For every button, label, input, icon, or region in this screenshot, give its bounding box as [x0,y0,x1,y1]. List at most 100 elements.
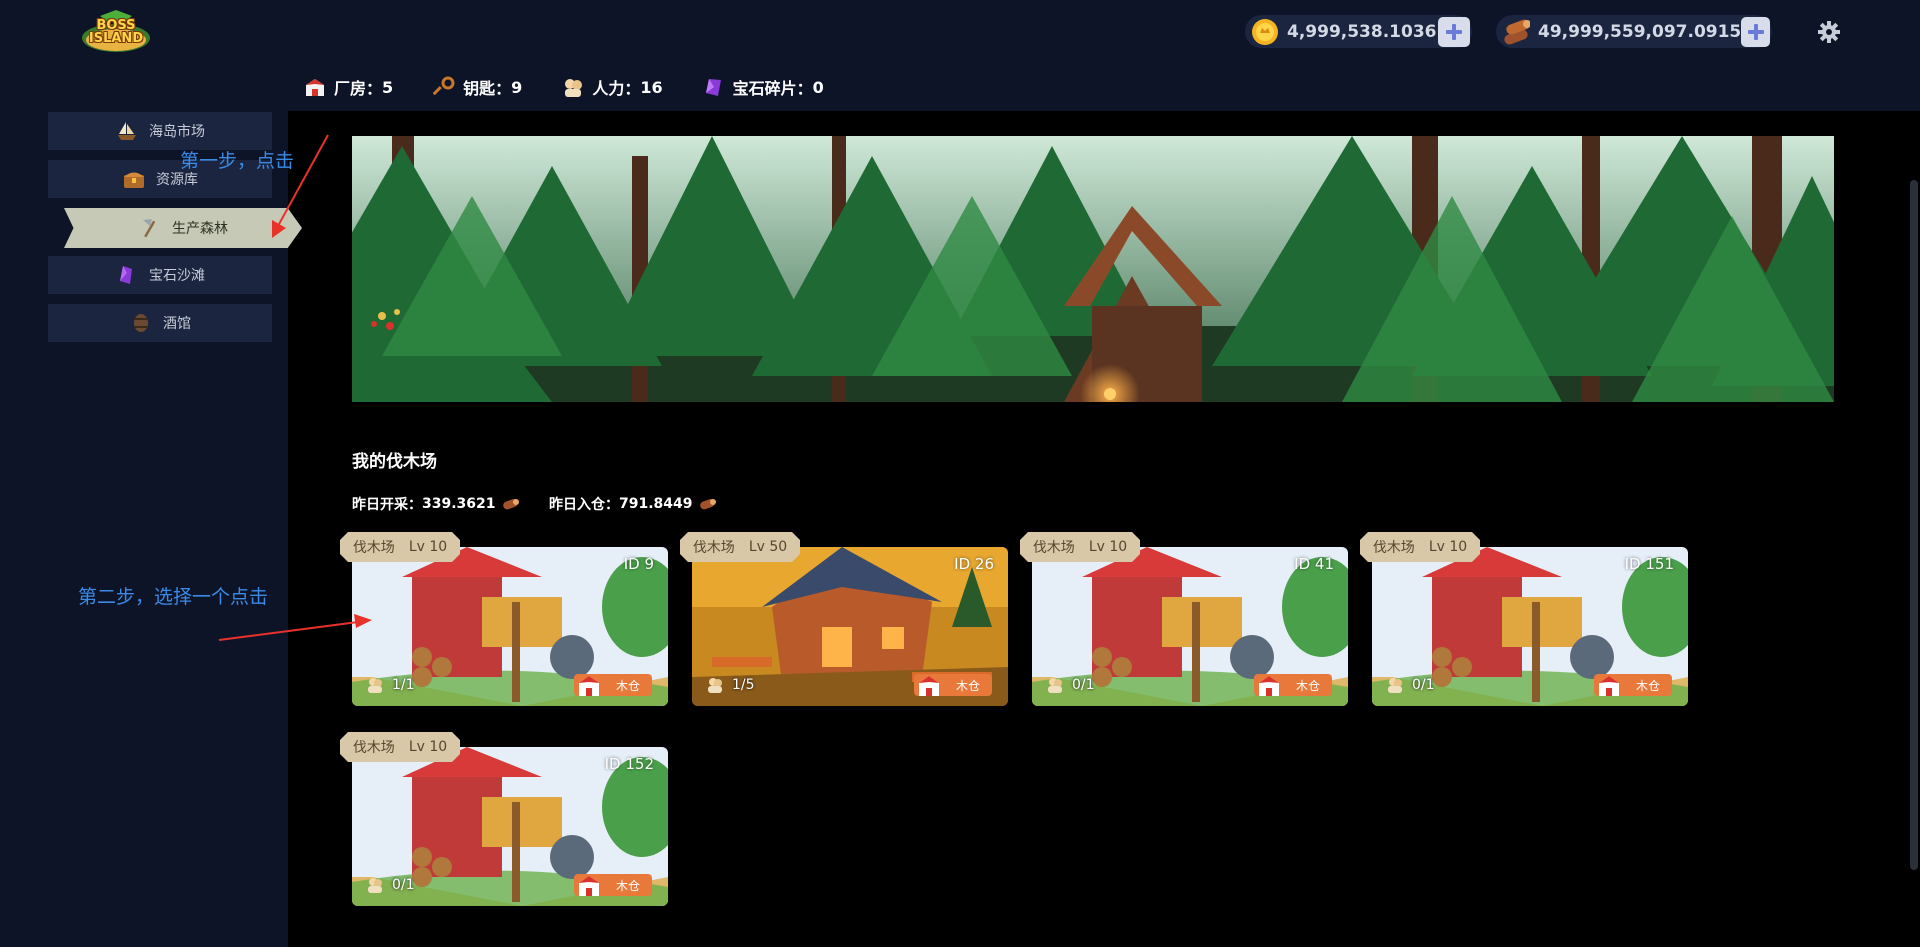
stat-workforce: 人力： 16 [562,75,663,99]
sidebar-item-island-market[interactable]: 海岛市场 [48,112,272,150]
scrollbar[interactable] [1910,180,1918,870]
card-id: ID 9 [623,555,654,573]
lumberyard-card[interactable]: ID 9 1/1 木仓 [352,547,668,706]
stat-gem-shards-label: 宝石碎片： [732,79,813,98]
stat-gem-shards-value: 0 [812,77,824,97]
add-coin-button[interactable] [1438,16,1470,47]
gem-icon [115,263,139,287]
lumberyard-card[interactable]: ID 41 0/1 木仓 [1032,547,1348,706]
warehouse-button-label: 木仓 [615,878,640,893]
card-level: Lv 10 [408,539,448,555]
boss-island-logo[interactable]: BOSS ISLAND [80,8,152,56]
card-id: ID 152 [604,755,654,773]
lumberyard-card[interactable]: ID 151 0/1 木仓 [1372,547,1688,706]
stat-workforce-value: 16 [640,77,663,97]
factory-icon [304,76,326,98]
wood-balance: 49,999,559,097.0915 [1496,15,1772,48]
resource-stats-bar: 厂房： 5 钥匙： 9 人力： 16 宝石碎片： 0 [288,63,1920,111]
stat-keys: 钥匙： 9 [433,75,522,99]
warehouse-icon [579,876,599,896]
step1-annotation: 第一步，点击 [180,150,295,172]
gold-coin-icon [1251,18,1279,46]
card-workers: 0/1 [1046,676,1095,694]
stat-keys-value: 9 [511,77,523,97]
sidebar-item-tavern[interactable]: 酒馆 [48,304,272,342]
sidebar-item-label: 生产森林 [172,221,228,237]
treasure-chest-icon [122,167,146,191]
stat-keys-label: 钥匙： [463,79,512,98]
warehouse-icon [1599,676,1619,696]
warehouse-icon [579,676,599,696]
card-workers: 1/1 [366,676,415,694]
yesterday-stored-label: 昨日入仓： [549,497,619,513]
warehouse-button[interactable]: 木仓 [1594,674,1672,696]
axe-icon [138,216,162,240]
coin-balance: 4,999,538.1036 [1245,15,1472,48]
gem-shard-icon [703,76,725,98]
card-id: ID 26 [954,555,994,573]
stat-factory-value: 5 [382,77,394,97]
coin-value: 4,999,538.1036 [1287,21,1437,42]
sidebar-item-label: 海岛市场 [149,124,205,140]
warehouse-button[interactable]: 木仓 [574,874,652,896]
warehouse-button-label: 木仓 [1295,678,1320,693]
yesterday-mined-value: 339.3621 [422,496,496,512]
warehouse-icon [919,676,939,696]
yesterday-mined: 昨日开采： 339.3621 [352,494,520,514]
card-id: ID 151 [1624,555,1674,573]
logo-text-island: ISLAND [88,31,144,46]
stat-factory-label: 厂房： [334,79,383,98]
sidebar-item-gem-beach[interactable]: 宝石沙滩 [48,256,272,294]
settings-button[interactable] [1818,21,1840,43]
card-level-tag: 伐木场 Lv 10 [1020,532,1140,562]
card-level-tag: 伐木场 Lv 10 [340,532,460,562]
yesterday-mined-label: 昨日开采： [352,497,422,513]
plus-icon [1747,23,1764,40]
warehouse-button[interactable]: 木仓 [1254,674,1332,696]
lumberyard-card[interactable]: ID 26 1/5 木仓 [692,547,1008,706]
gear-icon [1818,21,1840,43]
sidebar-item-label: 酒馆 [163,316,191,332]
wood-log-icon [502,498,519,510]
card-workers: 1/5 [706,676,755,694]
lumberyard-card[interactable]: ID 152 0/1 木仓 [352,747,668,906]
card-name: 伐木场 [692,540,735,556]
warehouse-icon [1259,676,1279,696]
logo-text: BOSS ISLAND [80,8,152,56]
key-icon [433,76,455,98]
worker-icon [368,878,382,893]
card-name: 伐木场 [1032,540,1075,556]
ship-icon [115,119,139,143]
warehouse-button-label: 木仓 [955,678,980,693]
card-workers-value: 1/1 [392,677,415,693]
warehouse-button[interactable]: 木仓 [574,674,652,696]
card-id: ID 41 [1294,555,1334,573]
sidebar-item-production-forest[interactable]: 生产森林 [64,208,302,248]
forest-banner-image [352,136,1834,402]
worker-icon [1048,678,1062,693]
stat-gem-shards: 宝石碎片： 0 [703,75,824,99]
worker-icon [368,678,382,693]
worker-icon [708,678,722,693]
worker-icon [1388,678,1402,693]
stat-factory: 厂房： 5 [304,75,393,99]
wood-value: 49,999,559,097.0915 [1538,21,1742,42]
warehouse-button-label: 木仓 [1635,678,1660,693]
card-workers-value: 0/1 [1412,677,1435,693]
card-workers: 0/1 [1386,676,1435,694]
card-level-tag: 伐木场 Lv 10 [1360,532,1480,562]
top-bar: BOSS ISLAND 4,999,538.1036 49,999,559,09… [0,0,1920,63]
card-level: Lv 10 [408,739,448,755]
card-level-tag: 伐木场 Lv 10 [340,732,460,762]
card-name: 伐木场 [352,740,395,756]
section-title: 我的伐木场 [352,452,437,472]
warehouse-button[interactable]: 木仓 [914,674,992,696]
card-level: Lv 10 [1088,539,1128,555]
yesterday-stored: 昨日入仓： 791.8449 [549,494,717,514]
card-workers-value: 1/5 [732,677,755,693]
worker-icon [562,76,584,98]
card-level: Lv 50 [748,539,788,555]
sidebar-item-label: 宝石沙滩 [149,268,205,284]
add-wood-button[interactable] [1741,16,1770,47]
card-workers-value: 0/1 [1072,677,1095,693]
